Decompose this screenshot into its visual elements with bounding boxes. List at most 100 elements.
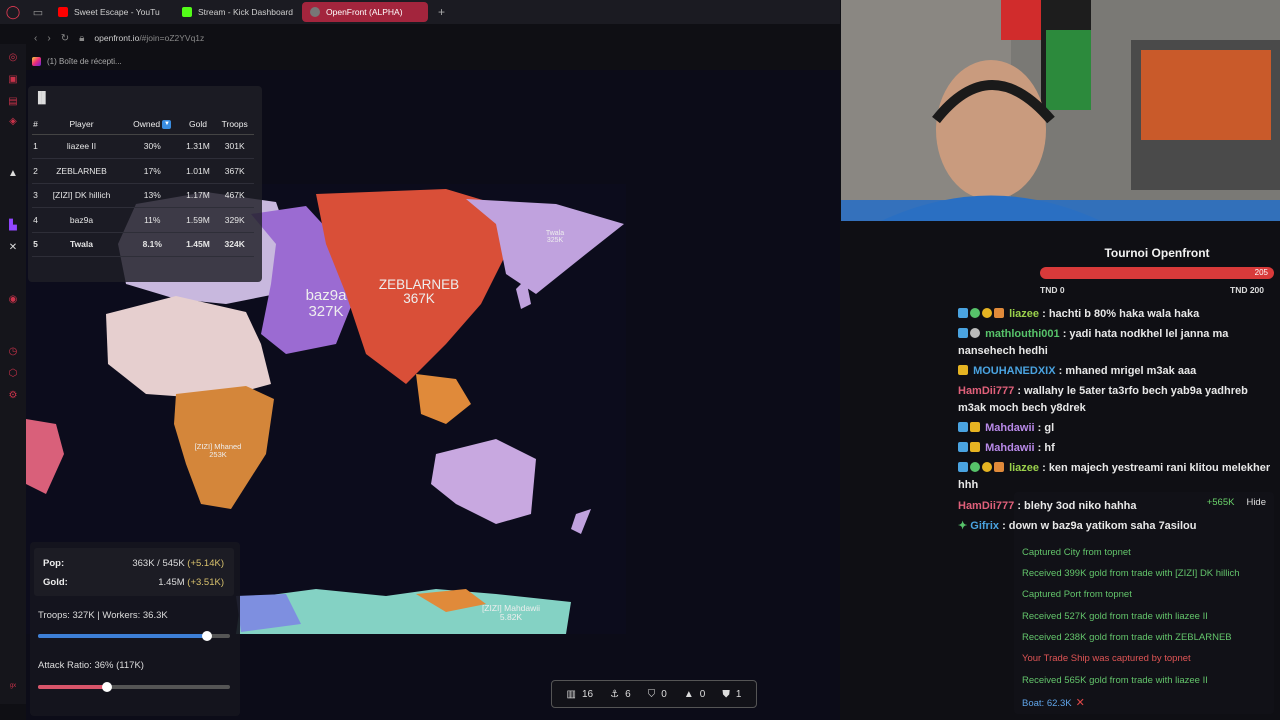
bookmark-item[interactable]: (1) Boîte de récepti... — [47, 57, 122, 66]
port-count: 6 — [625, 688, 631, 700]
col-rank: # — [32, 114, 39, 135]
attack-ratio-slider[interactable] — [38, 682, 230, 692]
cell-rank: 1 — [32, 134, 39, 159]
table-row[interactable]: 3 [ZIZI] DK hillich 13% 1.17M 467K — [32, 183, 254, 208]
wallet-icon[interactable]: ▤ — [7, 96, 19, 108]
chat-username[interactable]: Mahdawii — [985, 422, 1035, 434]
chat-text: hachti b 80% haka wala haka — [1048, 308, 1200, 320]
mod-badge-icon — [958, 461, 968, 472]
stream-chat: liazee : hachti b 80% haka wala haka mat… — [958, 306, 1274, 497]
back-icon[interactable]: ‹ — [34, 33, 37, 44]
cell-gold: 1.59M — [180, 207, 216, 233]
troops-ratio-slider[interactable] — [38, 631, 230, 641]
map-label-mahdawii: [ZIZI] Mahdawii 5.82K — [466, 604, 556, 622]
settings-icon[interactable]: ⚙ — [7, 390, 19, 402]
reload-icon[interactable]: ↻ — [61, 33, 69, 44]
col-troops[interactable]: Troops — [215, 114, 254, 135]
webcam-feed — [841, 0, 1280, 221]
label-troops: 367K — [403, 291, 435, 307]
chat-username[interactable]: Gifrix — [970, 520, 999, 532]
chat-username[interactable]: liazee — [1009, 462, 1039, 474]
gold-row: Gold: 1.45M (+3.51K) — [43, 577, 224, 588]
pop-row: Pop: 363K / 545K (+5.14K) — [43, 558, 224, 569]
troops-slider-knob[interactable] — [201, 631, 212, 641]
bag-icon[interactable]: ▣ — [7, 74, 19, 86]
leaderboard-panel: ▐▌ # Player Owned ▼ Gold Troops 1 liazee… — [28, 86, 262, 282]
chat-message: ✦ Gifrix : down w baz9a yatikom saha 7as… — [958, 519, 1197, 532]
opera-logo-icon[interactable]: ◯ — [0, 0, 26, 24]
tab-sidebar-icon[interactable]: ▭ — [26, 6, 50, 19]
tab-label: Stream - Kick Dashboard — [198, 7, 293, 17]
tab-youtube[interactable]: Sweet Escape - YouTu — [50, 2, 170, 22]
city-icon: ▥ — [566, 688, 576, 700]
table-row-self[interactable]: 5 Twala 8.1% 1.45M 324K — [32, 232, 254, 257]
verified-badge-icon — [970, 308, 980, 318]
cell-owned: 13% — [124, 183, 181, 208]
new-tab-button[interactable]: + — [432, 5, 451, 19]
table-row[interactable]: 2 ZEBLARNEB 17% 1.01M 367K — [32, 158, 254, 184]
url-field[interactable]: openfront.io/#join=oZ2YVq1z — [94, 33, 204, 43]
build-sam[interactable]: ⛊ 1 — [722, 689, 741, 700]
globe-icon — [310, 7, 320, 17]
address-bar: ‹ › ↻ 🔒︎ openfront.io/#join=oZ2YVq1z — [26, 26, 840, 50]
cell-rank: 3 — [32, 183, 39, 208]
cell-gold: 1.31M — [180, 134, 216, 159]
table-row[interactable]: 1 liazee II 30% 1.31M 301K — [32, 134, 254, 159]
bar-chart-icon[interactable]: ▐▌ — [34, 92, 50, 104]
close-icon[interactable]: ✕ — [1076, 697, 1085, 709]
label-troops: 327K — [308, 302, 344, 320]
player-icon[interactable]: ◉ — [7, 294, 19, 306]
chat-username[interactable]: HamDii777 — [958, 500, 1014, 512]
more-icon[interactable]: gx — [7, 680, 19, 692]
chat-username[interactable]: MOUHANEDXIX — [973, 365, 1056, 377]
col-owned[interactable]: Owned ▼ — [124, 114, 181, 135]
mod-badge-icon — [958, 308, 968, 318]
pop-value: 363K / 545K — [132, 558, 185, 569]
chat-message: mathlouthi001 : yadi hata nodkhel lel ja… — [958, 327, 1229, 358]
sort-down-icon[interactable]: ▼ — [162, 119, 172, 129]
label-troops: 253K — [209, 449, 227, 459]
event-item: Received 527K gold from trade with liaze… — [1022, 611, 1208, 622]
cell-gold: 1.01M — [180, 158, 216, 184]
aria-icon[interactable]: ▲ — [7, 168, 19, 180]
build-silo[interactable]: ▲ 0 — [684, 689, 705, 700]
label-name: baz9a — [305, 287, 347, 304]
messenger-icon[interactable]: ◎ — [7, 52, 19, 64]
chat-text: blehy 3od niko hahha — [1024, 500, 1137, 512]
chat-username[interactable]: Mahdawii — [985, 442, 1035, 454]
chat-username[interactable]: liazee — [1009, 308, 1039, 320]
col-player[interactable]: Player — [38, 114, 125, 135]
leaderboard-table: # Player Owned ▼ Gold Troops 1 liazee II… — [32, 114, 254, 257]
col-gold[interactable]: Gold — [180, 114, 216, 135]
sub-badge-icon — [982, 461, 992, 472]
tab-kick[interactable]: Stream - Kick Dashboard — [174, 2, 298, 22]
tab-openfront[interactable]: OpenFront (ALPHA) — [302, 2, 428, 22]
cell-owned: 30% — [124, 134, 181, 159]
chat-message: HamDii777 : blehy 3od niko hahha — [958, 500, 1137, 512]
url-path: /#join=oZ2YVq1z — [139, 33, 205, 43]
sam-icon: ⛊ — [722, 688, 730, 700]
build-defense[interactable]: ⛉ 0 — [648, 689, 667, 700]
silo-count: 0 — [699, 688, 706, 700]
build-city[interactable]: ▥ 16 — [567, 689, 594, 700]
chat-username[interactable]: mathlouthi001 — [985, 328, 1060, 340]
forward-icon[interactable]: › — [47, 33, 50, 44]
cell-owned: 8.1% — [124, 232, 181, 257]
x-icon[interactable]: ✕ — [7, 242, 19, 254]
gear-badge-icon — [970, 327, 980, 338]
cell-owned: 11% — [124, 207, 181, 233]
instagram-rail-icon[interactable]: ◈ — [7, 116, 19, 128]
tournament-title: Tournoi Openfront — [1104, 246, 1210, 260]
history-icon[interactable]: ◷ — [7, 346, 19, 358]
extensions-icon[interactable]: ⬡ — [7, 368, 19, 380]
build-port[interactable]: ⚓︎ 6 — [610, 689, 631, 700]
twitch-icon[interactable]: ▙ — [7, 220, 19, 232]
event-item: Received 238K gold from trade with ZEBLA… — [1022, 632, 1232, 643]
sub-badge-icon — [982, 308, 992, 318]
cell-player: Twala — [38, 232, 125, 257]
gold-label: Gold: — [43, 577, 68, 588]
chat-username[interactable]: HamDii777 — [958, 385, 1014, 397]
table-row[interactable]: 4 baz9a 11% 1.59M 329K — [32, 207, 254, 233]
attack-slider-knob[interactable] — [102, 682, 113, 692]
cell-gold: 1.45M — [180, 232, 216, 257]
